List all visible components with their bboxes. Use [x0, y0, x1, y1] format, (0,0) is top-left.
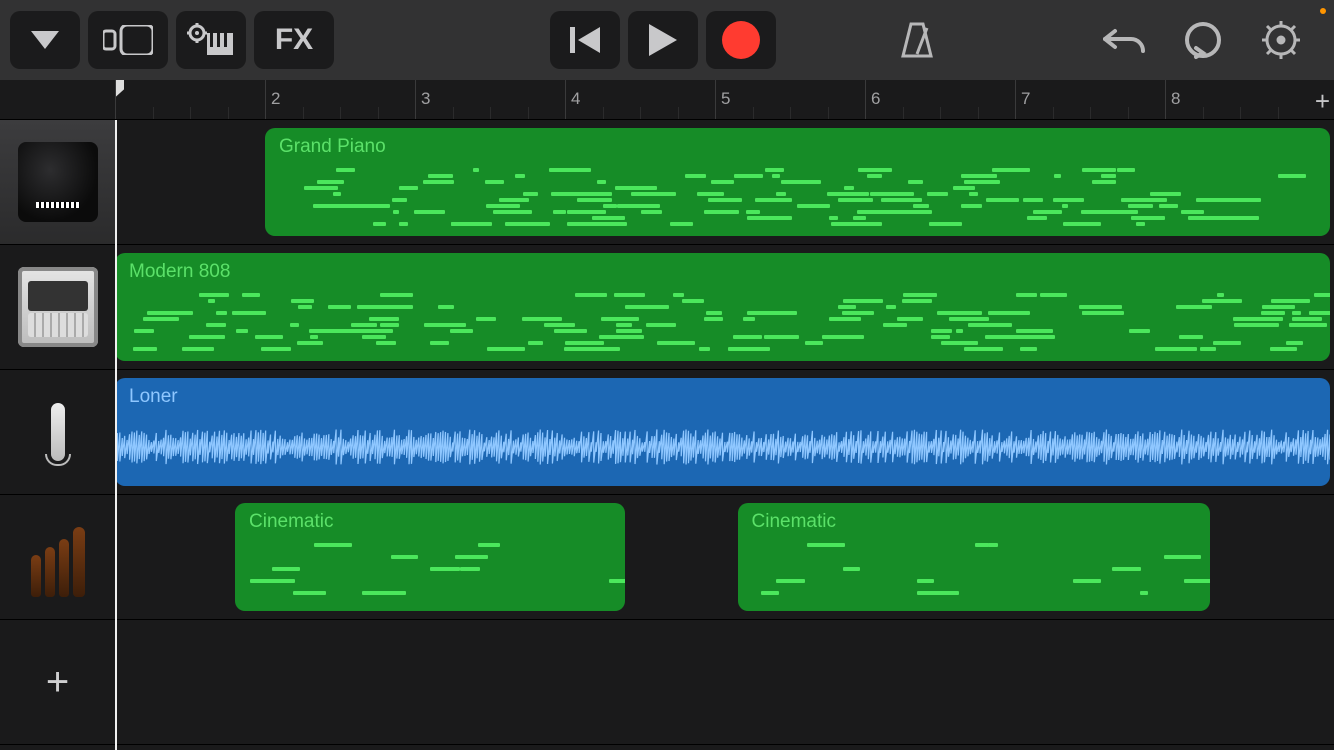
bar-number: 4 [571, 89, 580, 109]
record-icon [722, 21, 760, 59]
piano-icon [18, 142, 98, 222]
region[interactable]: Cinematic [738, 503, 1211, 611]
track-settings-button[interactable] [176, 11, 246, 69]
fx-button[interactable]: FX [254, 11, 334, 69]
track-header-piano[interactable] [0, 120, 115, 245]
add-track-button[interactable]: + [0, 620, 115, 745]
bar-number: 2 [271, 89, 280, 109]
track-header-strings[interactable] [0, 495, 115, 620]
view-toggle-button[interactable] [88, 11, 168, 69]
track-header-drum-machine[interactable] [0, 245, 115, 370]
lane-1[interactable]: Modern 808 [115, 245, 1334, 370]
transport-controls [550, 11, 784, 69]
bar-number: 7 [1021, 89, 1030, 109]
region[interactable]: Modern 808 [115, 253, 1330, 361]
loop-button[interactable] [1168, 11, 1238, 69]
toolbar: FX [0, 0, 1334, 80]
strings-icon [18, 517, 98, 597]
rewind-button[interactable] [550, 11, 620, 69]
bar-ruler[interactable]: 2 3 4 5 6 7 8 + [115, 80, 1334, 120]
playhead-flag[interactable] [115, 80, 124, 97]
region-label: Modern 808 [129, 261, 1316, 283]
lane-0[interactable]: Grand Piano [115, 120, 1334, 245]
region[interactable]: Cinematic [235, 503, 625, 611]
region[interactable]: Grand Piano [265, 128, 1330, 236]
region-label: Loner [129, 386, 1316, 408]
record-button[interactable] [706, 11, 776, 69]
metronome-button[interactable] [882, 11, 952, 69]
timeline[interactable]: 2 3 4 5 6 7 8 + Grand Piano Modern 808 Loner C… [115, 80, 1334, 750]
track-headers: + [0, 80, 115, 750]
arrange-window: + 2 3 4 5 6 7 8 + Grand Piano Modern 808 Loner… [0, 80, 1334, 750]
bar-number: 8 [1171, 89, 1180, 109]
ruler-corner [0, 80, 115, 120]
lane-empty[interactable] [115, 620, 1334, 745]
playhead[interactable] [115, 120, 117, 750]
play-button[interactable] [628, 11, 698, 69]
undo-button[interactable] [1090, 11, 1160, 69]
add-bars-button[interactable]: + [1315, 86, 1330, 117]
track-header-microphone[interactable] [0, 370, 115, 495]
notification-dot [1320, 8, 1326, 14]
region-label: Cinematic [249, 511, 611, 533]
lane-2[interactable]: Loner [115, 370, 1334, 495]
bar-number: 3 [421, 89, 430, 109]
bar-number: 6 [871, 89, 880, 109]
microphone-icon [18, 392, 98, 472]
region[interactable]: Loner [115, 378, 1330, 486]
menu-button[interactable] [10, 11, 80, 69]
region-label: Grand Piano [279, 136, 1316, 158]
settings-button[interactable] [1246, 11, 1316, 69]
bar-number: 5 [721, 89, 730, 109]
drum-machine-icon [18, 267, 98, 347]
region-label: Cinematic [752, 511, 1197, 533]
lane-3[interactable]: Cinematic Cinematic [115, 495, 1334, 620]
lanes: Grand Piano Modern 808 Loner CinematicCi… [115, 120, 1334, 750]
